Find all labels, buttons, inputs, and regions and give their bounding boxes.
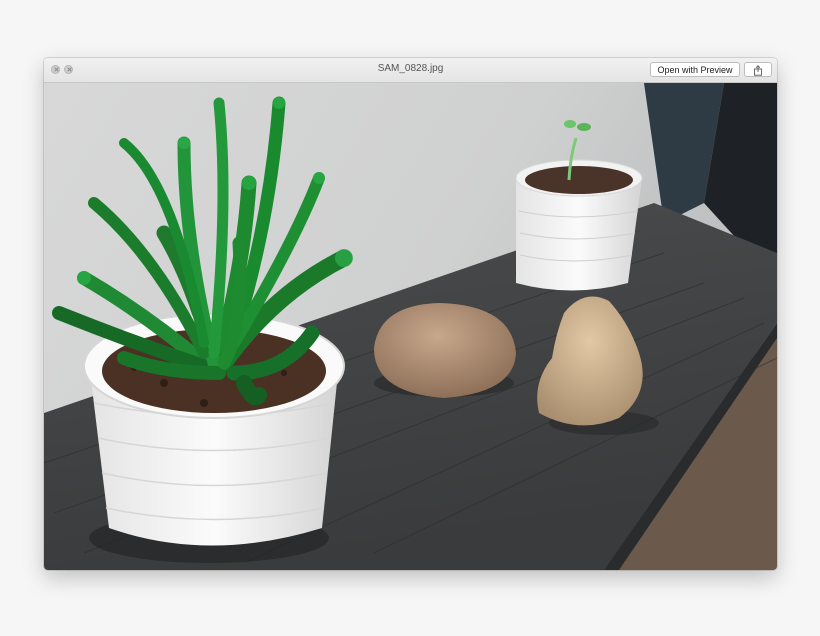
share-button[interactable] — [744, 62, 772, 77]
titlebar: SAM_0828.jpg Open with Preview — [44, 58, 777, 83]
share-icon — [754, 65, 762, 76]
quicklook-window: SAM_0828.jpg Open with Preview — [44, 58, 777, 570]
photo-preview — [44, 83, 777, 570]
open-with-preview-button[interactable]: Open with Preview — [650, 62, 740, 77]
